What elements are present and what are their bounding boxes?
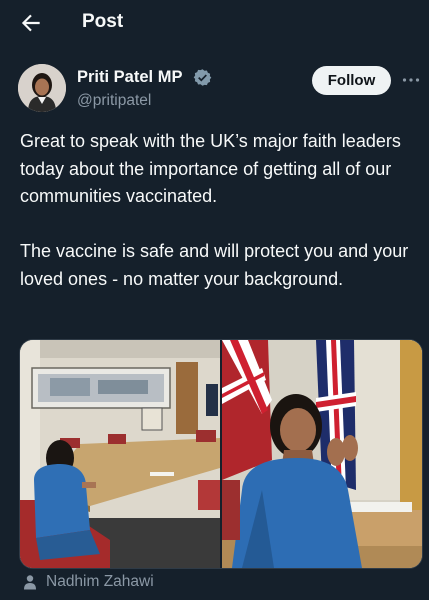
media-tag[interactable]: Nadhim Zahawi — [22, 570, 154, 594]
media-tag-name: Nadhim Zahawi — [46, 573, 154, 590]
avatar-image — [18, 64, 66, 112]
person-icon — [24, 575, 36, 590]
tweet-paragraph: The vaccine is safe and will protect you… — [20, 241, 409, 289]
follow-button[interactable]: Follow — [312, 66, 391, 95]
media-photo-speaking[interactable] — [222, 340, 422, 568]
avatar[interactable] — [18, 64, 66, 112]
tweet-text: Great to speak with the UK’s major faith… — [20, 128, 420, 293]
media-photo-meeting-room[interactable] — [20, 340, 220, 568]
author-handle[interactable]: @pritipatel — [77, 92, 151, 110]
author-name[interactable]: Priti Patel MP — [77, 68, 182, 87]
top-bar: Post — [0, 0, 429, 46]
more-horizontal-icon[interactable] — [401, 72, 421, 88]
verified-badge-icon — [193, 69, 212, 86]
page-title: Post — [82, 11, 124, 32]
tweet-media[interactable] — [19, 339, 423, 569]
arrow-left-icon[interactable] — [18, 10, 44, 36]
tweet-paragraph: Great to speak with the UK’s major faith… — [20, 131, 401, 206]
